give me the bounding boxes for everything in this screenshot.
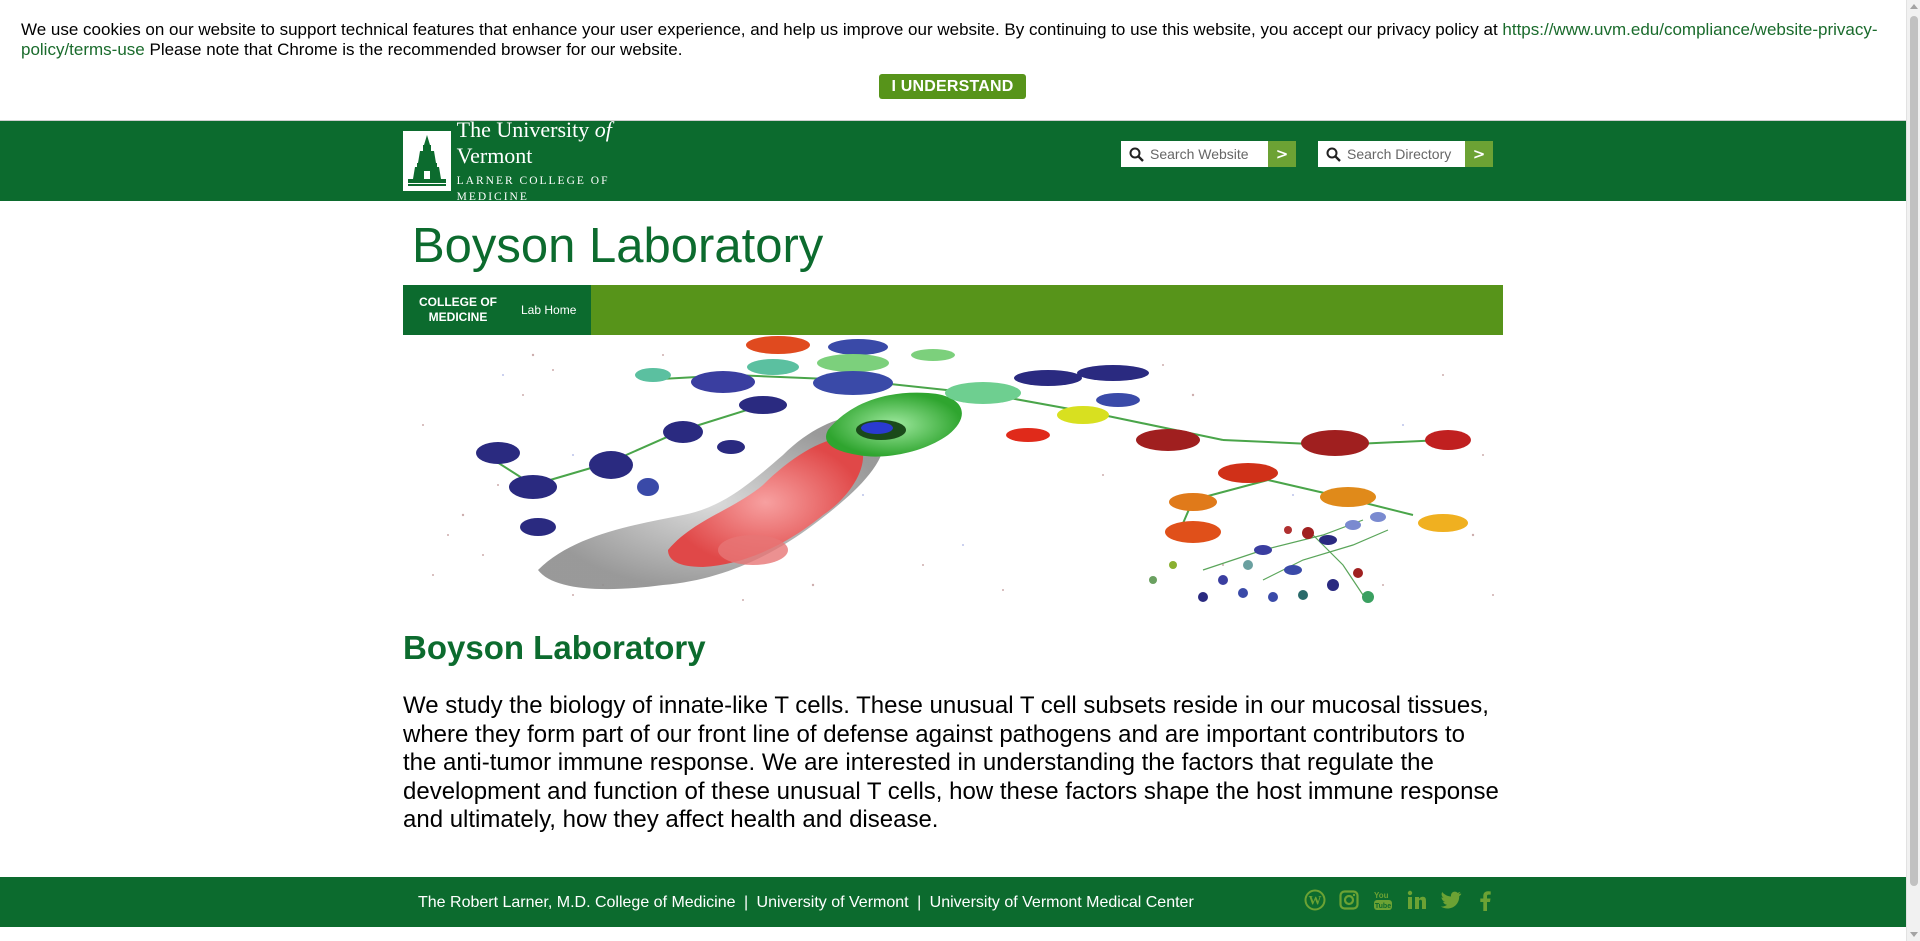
search-directory-input[interactable] (1347, 146, 1465, 162)
footer-link-uvm[interactable]: University of Vermont (757, 894, 909, 911)
cookie-banner: We use cookies on our website to support… (0, 0, 1906, 121)
tower-logo-icon (403, 131, 451, 191)
main-nav: COLLEGE OF MEDICINE Lab Home (403, 285, 1503, 335)
content-heading: Boyson Laboratory (403, 629, 706, 666)
uvm-logo[interactable]: The University of Vermont LARNER COLLEGE… (403, 117, 673, 203)
instagram-icon[interactable] (1337, 888, 1361, 912)
site-header (0, 121, 1906, 201)
cookie-note: Please note that Chrome is the recommend… (144, 40, 683, 59)
search-icon (1326, 147, 1341, 162)
wordpress-icon[interactable]: W (1303, 888, 1327, 912)
facebook-icon[interactable] (1473, 888, 1497, 912)
search-website-field[interactable] (1121, 141, 1268, 167)
footer-link-uvm-medical-center[interactable]: University of Vermont Medical Center (930, 894, 1194, 911)
svg-text:W: W (1309, 893, 1322, 908)
footer-links: The Robert Larner, M.D. College of Medic… (418, 894, 1194, 911)
linkedin-icon[interactable] (1405, 888, 1429, 912)
search-website: > (1121, 141, 1296, 167)
nav-college-of-medicine[interactable]: COLLEGE OF MEDICINE (403, 285, 513, 335)
site-footer: The Robert Larner, M.D. College of Medic… (0, 877, 1906, 927)
svg-text:Tube: Tube (1375, 903, 1391, 910)
content-body: We study the biology of innate-like T ce… (403, 692, 1499, 834)
scroll-thumb[interactable] (1910, 16, 1918, 886)
search-website-input[interactable] (1150, 146, 1268, 162)
search-website-go-button[interactable]: > (1268, 141, 1296, 167)
search-icon (1129, 147, 1144, 162)
page-scrollbar[interactable] (1906, 0, 1920, 941)
youtube-icon[interactable]: You Tube (1371, 888, 1395, 912)
footer-link-larner-college[interactable]: The Robert Larner, M.D. College of Medic… (418, 894, 735, 911)
scroll-up-icon[interactable] (1910, 4, 1918, 9)
twitter-icon[interactable] (1439, 888, 1463, 912)
search-directory-field[interactable] (1318, 141, 1465, 167)
search-directory-go-button[interactable]: > (1465, 141, 1493, 167)
logo-university-name: The University of Vermont (456, 117, 612, 168)
site-title[interactable]: Boyson Laboratory (412, 216, 823, 276)
scroll-down-icon[interactable] (1910, 932, 1918, 937)
search-directory: > (1318, 141, 1493, 167)
logo-college-name: LARNER COLLEGE OF MEDICINE (456, 175, 610, 203)
i-understand-button[interactable]: I UNDERSTAND (879, 74, 1026, 99)
cookie-text: We use cookies on our website to support… (21, 20, 1503, 39)
social-links: W You Tube (1303, 888, 1497, 912)
banner-image (403, 335, 1503, 610)
nav-lab-home[interactable]: Lab Home (513, 285, 592, 335)
svg-text:You: You (1374, 891, 1389, 900)
